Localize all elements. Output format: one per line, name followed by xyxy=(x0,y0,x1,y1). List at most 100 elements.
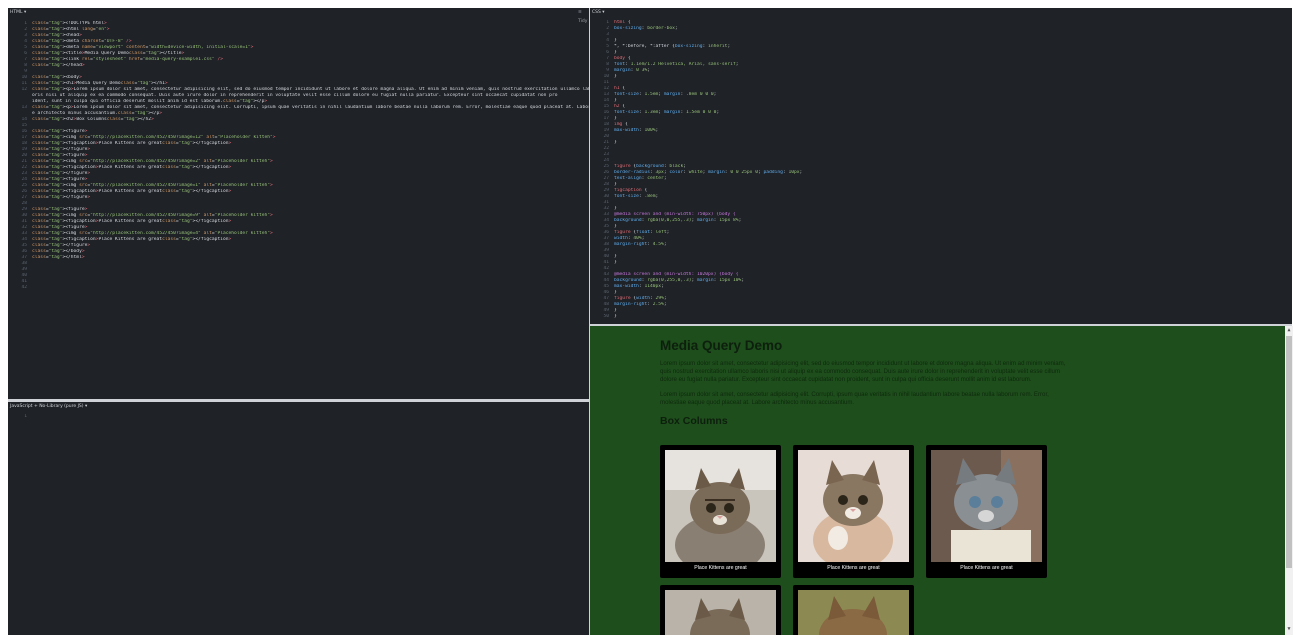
code-text[interactable]: class="tag"><h2>Box Columnsclass="tag"><… xyxy=(32,117,154,122)
code-text[interactable]: class="tag"><img src="http://placekitten… xyxy=(32,135,276,140)
scroll-down-icon[interactable]: ▼ xyxy=(1286,626,1292,632)
code-text[interactable]: font-size: 1.5em; margin: .8em 0 0 0; xyxy=(614,92,716,97)
code-text[interactable]: } xyxy=(614,314,617,319)
code-text[interactable]: class="tag"><figure> xyxy=(32,177,87,182)
code-text[interactable]: class="tag"><body> xyxy=(32,75,82,80)
code-text[interactable]: background: rgba(0,0,255,.3); margin: 15… xyxy=(614,218,741,223)
code-text[interactable]: } xyxy=(614,38,617,43)
css-code-area[interactable]: 1 html {2 box-sizing: border-box; 3 4} 5 *, *:… xyxy=(590,20,1292,320)
code-text[interactable]: class="tag"><figcaption>Place Kittens ar… xyxy=(32,141,231,146)
code-text[interactable]: class="tag"><figure> xyxy=(32,129,87,134)
code-text[interactable]: class="tag"><figure> xyxy=(32,153,87,158)
code-text[interactable]: class="tag"><meta name="viewport" conten… xyxy=(32,45,253,50)
code-text[interactable]: class="tag"><img src="http://placekitten… xyxy=(32,159,273,164)
code-text[interactable]: } xyxy=(614,254,617,259)
code-text[interactable]: oris nisi ut aliquip ex ea commodo conse… xyxy=(32,93,557,98)
code-text[interactable]: } xyxy=(614,290,617,295)
code-text[interactable]: class="tag"><html lang="en"> xyxy=(32,27,110,32)
code-text[interactable]: margin: 0 3%; xyxy=(614,68,650,73)
code-text[interactable]: } xyxy=(614,74,617,79)
code-text[interactable]: class="tag"><!DOCTYPE html> xyxy=(32,21,107,26)
code-text[interactable]: @media screen and (min-width: 1020px) {b… xyxy=(614,272,738,277)
code-text[interactable]: class="tag"><head> xyxy=(32,33,82,38)
code-text[interactable]: class="tag"></figure> xyxy=(32,195,90,200)
code-text[interactable]: font-size: .8em; xyxy=(614,194,658,199)
code-text[interactable]: e architecto minus accusantium.class="ta… xyxy=(32,111,162,116)
code-text[interactable]: class="tag"></html> xyxy=(32,255,85,260)
code-text[interactable]: border-radius: 3px; color: white; margin… xyxy=(614,170,802,175)
css-pane-label[interactable]: CSS ▾ xyxy=(592,10,605,15)
code-text[interactable]: h2 { xyxy=(614,104,625,109)
code-text[interactable]: figure {background: black; xyxy=(614,164,686,169)
code-text[interactable]: class="tag"><title>Media Query Democlass… xyxy=(32,51,184,56)
code-text[interactable]: font: 1.1em/1.2 Helvetica, Arial, sans-s… xyxy=(614,62,739,67)
code-text[interactable]: class="tag"><img src="http://placekitten… xyxy=(32,183,273,188)
code-text[interactable]: } xyxy=(614,308,617,313)
code-text[interactable]: class="tag"><p>Lorem ipsum dolor sit ame… xyxy=(32,105,589,110)
code-text[interactable]: img { xyxy=(614,122,628,127)
vertical-splitter[interactable] xyxy=(589,8,590,635)
html-editor-pane[interactable]: HTML ▾ ≡ Tidy 1 class="tag"><!DOCTYPE htm… xyxy=(8,8,589,399)
html-line[interactable]: 42 xyxy=(8,285,589,291)
code-text[interactable]: } xyxy=(614,224,617,229)
code-text[interactable]: class="tag"><figcaption>Place Kittens ar… xyxy=(32,165,231,170)
code-text[interactable]: body { xyxy=(614,56,631,61)
code-text[interactable]: class="tag"></figure> xyxy=(32,171,90,176)
code-text[interactable]: class="tag"><link rel="stylesheet" href=… xyxy=(32,57,223,62)
js-code-area[interactable]: 1 xyxy=(8,414,589,420)
code-text[interactable]: text-align: center; xyxy=(614,176,667,181)
html-pane-header: HTML ▾ ≡ Tidy xyxy=(8,8,589,24)
code-text[interactable]: } xyxy=(614,260,617,265)
code-text[interactable]: class="tag"></figure> xyxy=(32,243,90,248)
html-pane-label[interactable]: HTML ▾ xyxy=(10,10,26,15)
code-text[interactable]: *, *:before, *:after {box-sizing: inheri… xyxy=(614,44,730,49)
code-text[interactable]: figure {float: left; xyxy=(614,230,669,235)
horizontal-splitter[interactable] xyxy=(590,324,1292,326)
code-text[interactable]: } xyxy=(614,206,617,211)
figure-caption: Place Kittens are great xyxy=(694,565,747,571)
code-text[interactable]: max-width: 1140px; xyxy=(614,284,664,289)
preview-scrollbar[interactable]: ▲ ▼ xyxy=(1285,326,1293,635)
css-line[interactable]: 50} xyxy=(590,314,1292,320)
code-text[interactable]: class="tag"><h1>Media Query Democlass="t… xyxy=(32,81,168,86)
css-editor-pane[interactable]: CSS ▾ 1 html {2 box-sizing: border-box; 3 4}… xyxy=(590,8,1292,324)
code-text[interactable]: class="tag"><figcaption>Place Kittens ar… xyxy=(32,219,231,224)
result-preview-pane[interactable]: Media Query Demo Lorem ipsum dolor sit a… xyxy=(590,326,1293,635)
code-text[interactable]: } xyxy=(614,98,617,103)
js-editor-pane[interactable]: JavaScript + No-Library (pure JS) ▾ 1 xyxy=(8,402,589,635)
code-text[interactable]: class="tag"><img src="http://placekitten… xyxy=(32,231,273,236)
code-text[interactable]: figure {width: 29%; xyxy=(614,296,667,301)
code-text[interactable]: class="tag"><meta charset="UTF-8" /> xyxy=(32,39,132,44)
code-text[interactable]: @media screen and (min-width: 750px) {bo… xyxy=(614,212,736,217)
code-text[interactable]: } xyxy=(614,182,617,187)
code-text[interactable]: width: 40%; xyxy=(614,236,644,241)
code-text[interactable]: font-size: 1.3em; margin: 1.5em 0 0 0; xyxy=(614,110,719,115)
code-text[interactable]: class="tag"><img src="http://placekitten… xyxy=(32,213,273,218)
code-text[interactable]: h1 { xyxy=(614,86,625,91)
scroll-thumb[interactable] xyxy=(1286,336,1292,568)
code-text[interactable]: class="tag"></head> xyxy=(32,63,85,68)
js-line[interactable]: 1 xyxy=(8,414,589,420)
code-text[interactable]: } xyxy=(614,50,617,55)
code-text[interactable]: margin-right: 4.5%; xyxy=(614,242,667,247)
code-text[interactable]: class="tag"></body> xyxy=(32,249,85,254)
code-text[interactable]: html { xyxy=(614,20,631,25)
horizontal-splitter[interactable] xyxy=(8,399,589,402)
code-text[interactable]: figcaption { xyxy=(614,188,647,193)
html-code-area[interactable]: 1 class="tag"><!DOCTYPE html> 2 class="tag"… xyxy=(8,21,589,291)
code-text[interactable]: box-sizing: border-box; xyxy=(614,26,678,31)
code-text[interactable]: class="tag"><figure> xyxy=(32,225,87,230)
code-text[interactable]: class="tag"></figure> xyxy=(32,147,90,152)
code-text[interactable]: background: rgba(0,255,0,.3); margin: 15… xyxy=(614,278,744,283)
js-pane-label[interactable]: JavaScript + No-Library (pure JS) ▾ xyxy=(10,404,87,409)
code-text[interactable]: class="tag"><figcaption>Place Kittens ar… xyxy=(32,189,231,194)
code-text[interactable]: class="tag"><figcaption>Place Kittens ar… xyxy=(32,237,231,242)
code-text[interactable]: class="tag"><p>Lorem ipsum dolor sit ame… xyxy=(32,87,589,92)
code-text[interactable]: margin-right: 2.5%; xyxy=(614,302,667,307)
code-text[interactable]: class="tag"><figure> xyxy=(32,207,87,212)
code-text[interactable]: } xyxy=(614,116,617,121)
code-text[interactable]: ident, sunt in culpa qui officia deserun… xyxy=(32,99,267,104)
scroll-up-icon[interactable]: ▲ xyxy=(1286,327,1292,333)
code-text[interactable]: } xyxy=(614,140,617,145)
code-text[interactable]: max-width: 100%; xyxy=(614,128,658,133)
